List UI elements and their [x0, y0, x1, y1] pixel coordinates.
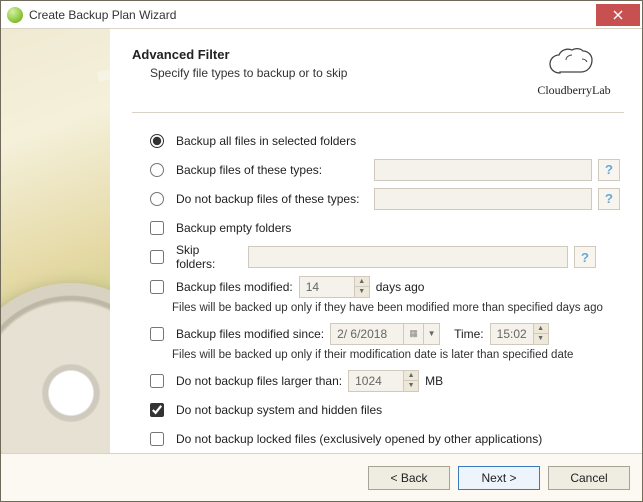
radio-skip-types-input[interactable]	[150, 192, 164, 206]
window-title: Create Backup Plan Wizard	[29, 8, 176, 22]
spin-up-icon[interactable]: ▲	[355, 277, 369, 288]
filter-form: Backup all files in selected folders Bac…	[132, 127, 624, 452]
wizard-window: Create Backup Plan Wizard Advanced Filte…	[0, 0, 643, 502]
back-button[interactable]: < Back	[368, 466, 450, 490]
cloud-icon	[546, 47, 602, 81]
help-button[interactable]: ?	[598, 188, 620, 210]
checkbox-skip-folders[interactable]: Skip folders:	[150, 243, 242, 271]
backup-types-input[interactable]	[374, 159, 592, 181]
checkbox-modified-since[interactable]: Backup files modified since:	[150, 327, 324, 341]
checkbox-skip-folders-input[interactable]	[150, 250, 164, 264]
checkbox-skip-system-input[interactable]	[150, 403, 164, 417]
spin-down-icon[interactable]: ▼	[534, 334, 548, 344]
checkbox-modified-days-input[interactable]	[150, 280, 164, 294]
since-date-input[interactable]: 2/ 6/2018 ▦ ▼	[330, 323, 440, 345]
checkbox-backup-empty-input[interactable]	[150, 221, 164, 235]
radio-label: Backup files of these types:	[176, 163, 322, 177]
since-time-spinner[interactable]: ▲ ▼	[490, 323, 549, 345]
checkbox-skip-system[interactable]: Do not backup system and hidden files	[150, 396, 620, 423]
skip-folders-input[interactable]	[248, 246, 568, 268]
checkbox-label: Backup files modified since:	[176, 327, 324, 341]
days-ago-label: days ago	[376, 280, 425, 294]
cancel-button[interactable]: Cancel	[548, 466, 630, 490]
since-date-value: 2/ 6/2018	[337, 327, 399, 341]
close-button[interactable]	[596, 4, 640, 26]
checkbox-modified-days[interactable]: Backup files modified:	[150, 280, 293, 294]
modified-days-note: Files will be backed up only if they hav…	[172, 302, 620, 314]
wizard-footer: < Back Next > Cancel	[1, 453, 642, 501]
radio-label: Do not backup files of these types:	[176, 192, 359, 206]
skip-types-input[interactable]	[374, 188, 592, 210]
larger-than-value[interactable]	[349, 371, 403, 391]
radio-backup-types[interactable]: Backup files of these types:	[150, 163, 368, 177]
page-subtitle: Specify file types to backup or to skip	[150, 66, 524, 80]
chevron-down-icon[interactable]: ▼	[423, 324, 439, 344]
spin-down-icon[interactable]: ▼	[355, 287, 369, 297]
wizard-main: Advanced Filter Specify file types to ba…	[110, 29, 642, 453]
disc-icon	[1, 283, 110, 453]
radio-backup-types-input[interactable]	[150, 163, 164, 177]
checkbox-label: Do not backup files larger than:	[176, 374, 342, 388]
radio-backup-all-input[interactable]	[150, 134, 164, 148]
checkbox-skip-locked-input[interactable]	[150, 432, 164, 446]
modified-days-value[interactable]	[300, 277, 354, 297]
divider	[132, 112, 624, 113]
modified-days-spinner[interactable]: ▲ ▼	[299, 276, 370, 298]
spin-up-icon[interactable]: ▲	[404, 371, 418, 382]
time-label: Time:	[454, 327, 484, 341]
since-time-value[interactable]	[491, 324, 533, 344]
page-title: Advanced Filter	[132, 47, 524, 62]
checkbox-skip-locked[interactable]: Do not backup locked files (exclusively …	[150, 425, 620, 452]
calendar-icon[interactable]: ▦	[403, 324, 423, 344]
checkbox-label: Do not backup system and hidden files	[176, 403, 382, 417]
spin-up-icon[interactable]: ▲	[534, 324, 548, 335]
modified-since-note: Files will be backed up only if their mo…	[172, 349, 620, 361]
titlebar: Create Backup Plan Wizard	[1, 1, 642, 29]
checkbox-backup-empty[interactable]: Backup empty folders	[150, 214, 620, 241]
checkbox-label: Skip folders:	[176, 243, 242, 271]
checkbox-larger-than-input[interactable]	[150, 374, 164, 388]
app-icon	[7, 7, 23, 23]
close-icon	[613, 10, 623, 20]
size-unit-label: MB	[425, 374, 443, 388]
help-button[interactable]: ?	[574, 246, 596, 268]
larger-than-spinner[interactable]: ▲ ▼	[348, 370, 419, 392]
checkbox-larger-than[interactable]: Do not backup files larger than:	[150, 374, 342, 388]
side-artwork	[1, 29, 110, 453]
help-button[interactable]: ?	[598, 159, 620, 181]
wizard-body: Advanced Filter Specify file types to ba…	[1, 29, 642, 453]
brand-name: CloudberryLab	[524, 83, 624, 98]
brand-logo: CloudberryLab	[524, 47, 624, 98]
next-button[interactable]: Next >	[458, 466, 540, 490]
radio-label: Backup all files in selected folders	[176, 134, 356, 148]
checkbox-modified-since-input[interactable]	[150, 327, 164, 341]
checkbox-label: Backup files modified:	[176, 280, 293, 294]
checkbox-label: Do not backup locked files (exclusively …	[176, 432, 542, 446]
checkbox-label: Backup empty folders	[176, 221, 291, 235]
spin-down-icon[interactable]: ▼	[404, 381, 418, 391]
radio-backup-all[interactable]: Backup all files in selected folders	[150, 127, 620, 154]
radio-skip-types[interactable]: Do not backup files of these types:	[150, 192, 368, 206]
